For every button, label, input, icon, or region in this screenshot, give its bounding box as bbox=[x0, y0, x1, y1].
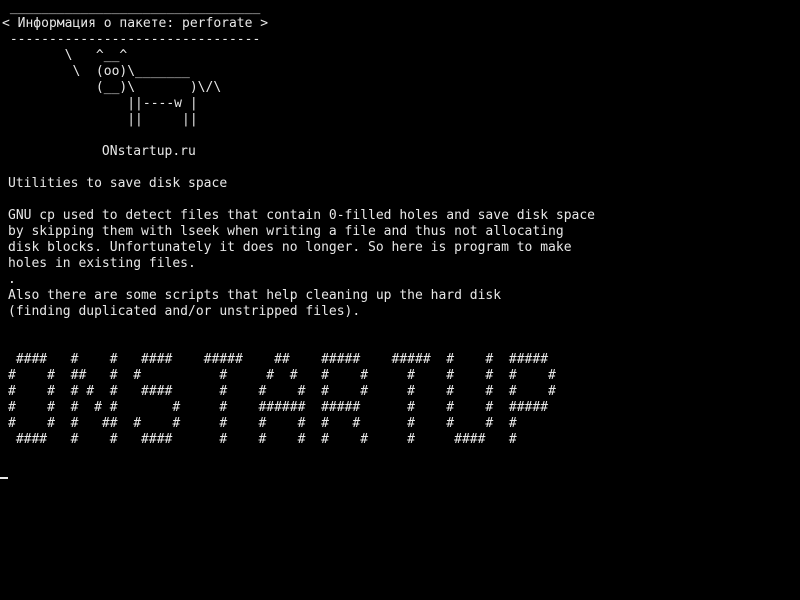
banner-line: # # # # # # # ###### ##### # # # ##### bbox=[8, 400, 549, 415]
description-line: by skipping them with lseek when writing… bbox=[8, 224, 564, 239]
cowsay-art: ________________________________ < Инфор… bbox=[0, 0, 800, 128]
description-line: GNU cp used to detect files that contain… bbox=[8, 208, 595, 223]
package-summary: Utilities to save disk space bbox=[8, 176, 228, 191]
ascii-banner: #### # # #### ##### ## ##### ##### # # #… bbox=[0, 352, 800, 448]
description-line: . bbox=[8, 272, 16, 287]
banner-line: # # # ## # # # # # # # # # # # bbox=[8, 416, 517, 431]
banner-line: #### # # #### # # # # # # #### # bbox=[8, 432, 517, 447]
cow-line: \ ^__^ bbox=[2, 48, 128, 63]
cow-line: || || bbox=[2, 112, 198, 127]
cow-line: ||----w | bbox=[2, 96, 198, 111]
text-cursor bbox=[0, 477, 8, 479]
cowsay-title: < Информация о пакете: perforate > bbox=[2, 16, 269, 31]
description-line: holes in existing files. bbox=[8, 256, 196, 271]
cow-line: \ (oo)\_______ bbox=[2, 64, 190, 79]
cow-line: (__)\ )\/\ bbox=[2, 80, 222, 95]
banner-line: # # # # # #### # # # # # # # # # # bbox=[8, 384, 556, 399]
description-line: (finding duplicated and/or unstripped fi… bbox=[8, 304, 361, 319]
site-name: ONstartup.ru bbox=[8, 144, 196, 159]
description-line: disk blocks. Unfortunately it does no lo… bbox=[8, 240, 572, 255]
banner-line: # # ## # # # # # # # # # # # # bbox=[8, 368, 556, 383]
banner-line: #### # # #### ##### ## ##### ##### # # #… bbox=[8, 352, 549, 367]
description-line: Also there are some scripts that help cl… bbox=[8, 288, 502, 303]
terminal-screen[interactable]: ________________________________ < Инфор… bbox=[0, 0, 800, 600]
cowsay-border-bottom: -------------------------------- bbox=[2, 32, 261, 47]
cowsay-border-top: ________________________________ bbox=[2, 0, 261, 15]
